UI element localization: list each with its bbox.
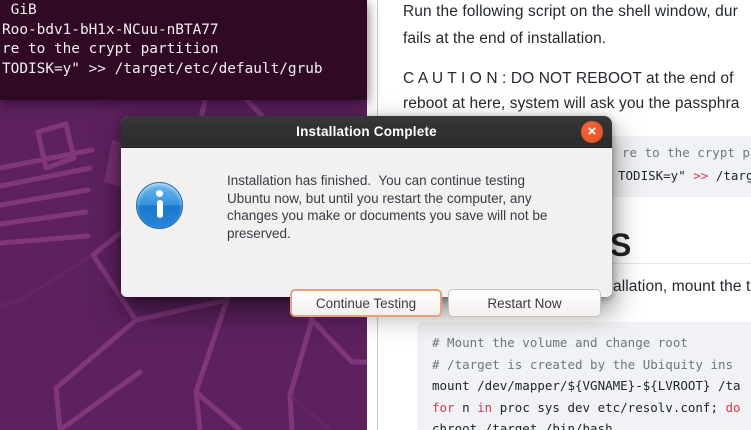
code-operator: >> [693,168,708,183]
dialog-titlebar[interactable]: Installation Complete × [121,116,612,148]
section-heading-fragment: S [610,229,631,261]
terminal-line: GiB [2,1,367,21]
code-text: n [455,400,478,415]
code-keyword: do [726,400,741,415]
code-line: # Mount the volume and change root [432,332,751,354]
code-keyword: for [432,400,455,415]
doc-paragraph-line: allation, mount the ta [613,277,751,296]
doc-caution-line: C A U T I O N : DO NOT REBOOT at the end… [403,69,734,88]
code-text: TODISK=y" [618,168,693,183]
code-line: re to the crypt pa [622,145,751,160]
code-line: TODISK=y" >> /targ [618,168,751,183]
dialog-message: Installation has finished. You can conti… [227,172,547,242]
dialog-message-line: Ubuntu now, but until you restart the co… [227,190,547,208]
doc-paragraph-line: Run the following script on the shell wi… [403,2,738,21]
restart-now-button[interactable]: Restart Now [448,289,601,317]
code-line: for n in proc sys dev etc/resolv.conf; d… [432,397,751,419]
dialog-body: Installation has finished. You can conti… [121,148,612,297]
code-text: proc sys dev etc/resolv.conf; [492,400,725,415]
dialog-title: Installation Complete [121,116,612,148]
terminal-window[interactable]: GiB Roo-bdv1-bH1x-NCuu-nBTA77 re to the … [0,0,367,100]
code-line: mount /dev/mapper/${VGNAME}-${LVROOT} /t… [432,375,751,397]
close-icon[interactable]: × [581,121,603,143]
continue-testing-button[interactable]: Continue Testing [290,289,442,317]
info-icon [136,182,183,229]
info-icon-dot [156,190,163,197]
code-block-chroot: # Mount the volume and change root # /ta… [417,322,751,430]
code-line: # /target is created by the Ubiquity ins [432,354,751,376]
dialog-message-line: preserved. [227,225,547,243]
doc-caution-line: reboot at here, system will ask you the … [403,94,740,113]
terminal-line: TODISK=y" >> /target/etc/default/grub [2,60,367,80]
code-keyword: in [477,400,492,415]
terminal-line: re to the crypt partition [2,40,367,60]
code-text: /targ [708,168,751,183]
info-icon-bar [157,200,163,218]
dialog-message-line: changes you make or documents you save w… [227,207,547,225]
screen: Run the following script on the shell wi… [0,0,751,430]
code-line: chroot /target /bin/bash [432,418,751,430]
dialog-message-line: Installation has finished. You can conti… [227,172,547,190]
terminal-line: Roo-bdv1-bH1x-NCuu-nBTA77 [2,21,367,41]
installation-complete-dialog: Installation Complete × Installation has… [121,116,612,297]
doc-paragraph-line: fails at the end of installation. [403,29,606,48]
